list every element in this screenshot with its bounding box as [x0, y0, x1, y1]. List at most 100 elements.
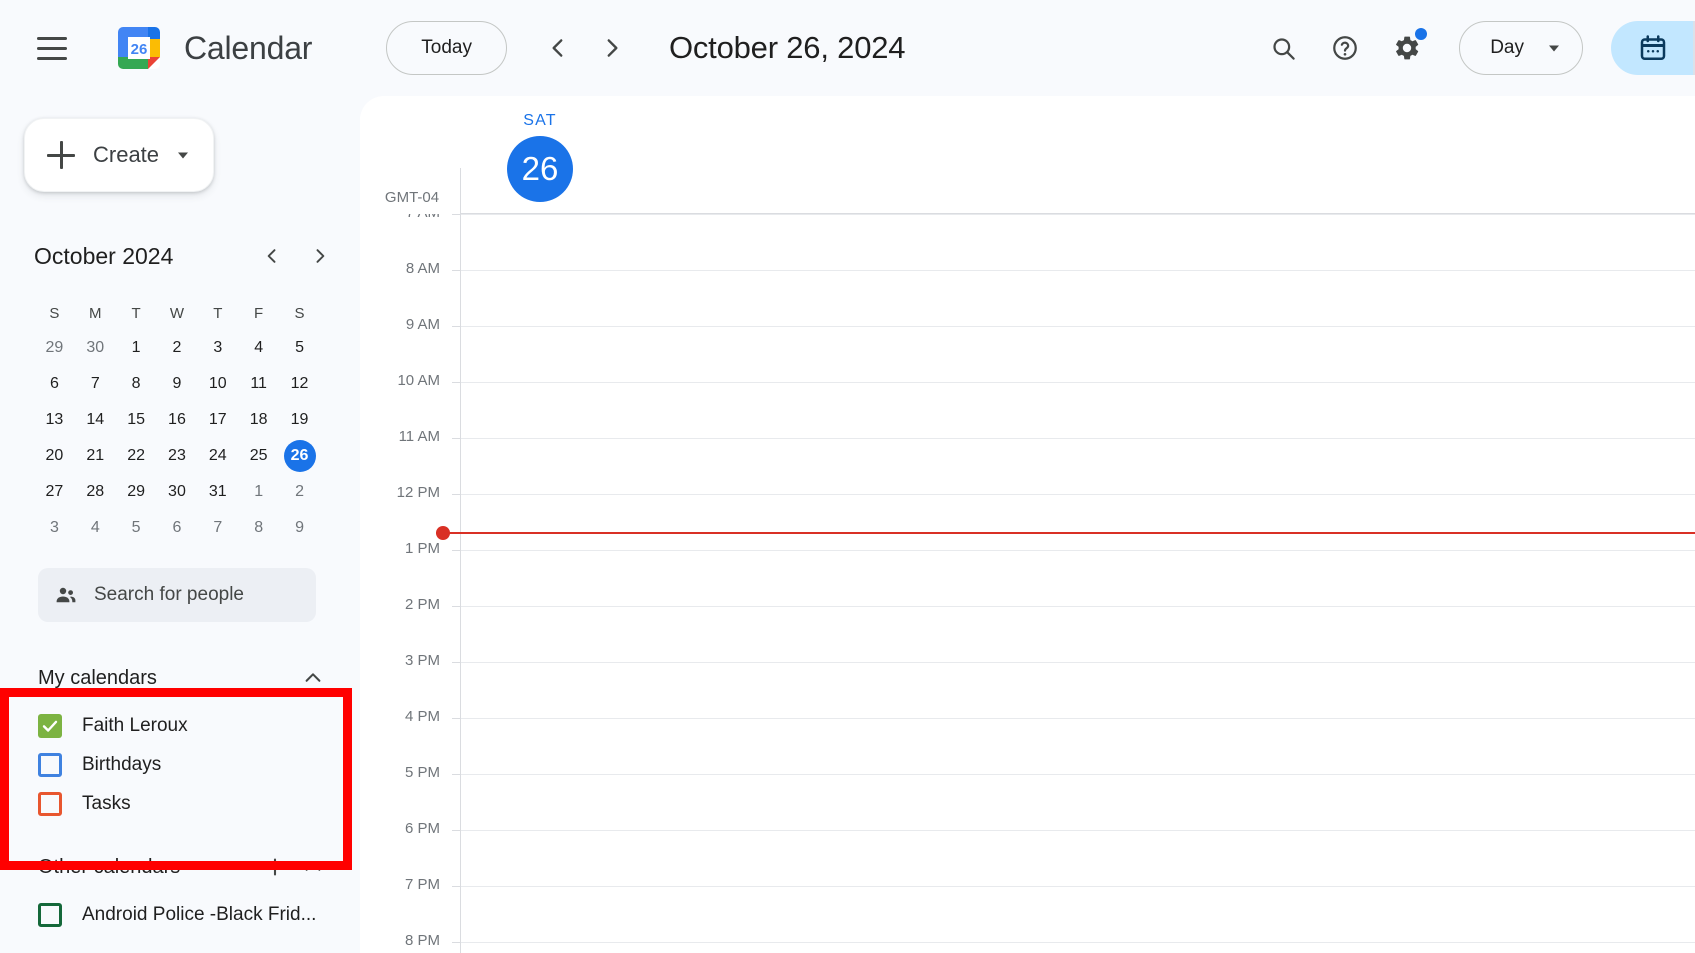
mini-calendar-day[interactable]: 8: [120, 368, 152, 400]
hour-row[interactable]: 5 PM: [360, 764, 1695, 830]
mini-calendar-day[interactable]: 2: [284, 476, 316, 508]
my-calendar-item[interactable]: Faith Leroux: [38, 706, 360, 745]
settings-button[interactable]: [1381, 22, 1433, 74]
hour-row[interactable]: 10 AM: [360, 372, 1695, 438]
today-button[interactable]: Today: [386, 21, 507, 75]
mini-calendar-day[interactable]: 13: [38, 404, 70, 436]
hour-gridline: [460, 214, 1695, 215]
hour-row[interactable]: 9 AM: [360, 316, 1695, 382]
search-for-people-input[interactable]: Search for people: [38, 568, 316, 622]
mini-calendar-cell: 4: [238, 330, 279, 366]
mini-calendar-day[interactable]: 28: [79, 476, 111, 508]
time-grid-scroll[interactable]: 8 PM 7 PM 6 PM 5 PM 4 PM 3 PM 2 PM 1 PM 12 PM 11 …: [360, 214, 1695, 953]
mini-calendar-day[interactable]: 9: [161, 368, 193, 400]
view-mode-select[interactable]: Day: [1459, 21, 1583, 75]
google-calendar-logo-icon[interactable]: 26: [116, 25, 162, 71]
mini-calendar-day[interactable]: 24: [202, 440, 234, 472]
hour-row[interactable]: 8 AM: [360, 260, 1695, 326]
mini-calendar-day[interactable]: 18: [243, 404, 275, 436]
other-calendar-checkbox[interactable]: [38, 902, 62, 927]
mini-calendar-day[interactable]: 5: [120, 512, 152, 544]
hour-row[interactable]: 1 PM: [360, 540, 1695, 606]
hour-row[interactable]: 12 PM: [360, 484, 1695, 550]
create-button[interactable]: Create: [24, 118, 214, 192]
mini-calendar-day[interactable]: 22: [120, 440, 152, 472]
mini-calendar-day[interactable]: 6: [161, 512, 193, 544]
other-calendar-item[interactable]: Android Police -Black Frid...: [38, 895, 360, 934]
other-calendars-list: Android Police -Black Frid...: [38, 895, 360, 934]
mini-calendar-day[interactable]: 6: [38, 368, 70, 400]
calendar-view-toggle-button[interactable]: [1611, 21, 1695, 75]
mini-calendar-cell: 3: [197, 330, 238, 366]
my-calendars-header[interactable]: My calendars: [38, 650, 360, 706]
mini-calendar-day-selected[interactable]: 26: [283, 440, 316, 472]
mini-calendar-day[interactable]: 4: [243, 332, 275, 364]
search-button[interactable]: [1257, 22, 1309, 74]
mini-calendar-day[interactable]: 3: [38, 512, 70, 544]
header-vertical-divider: [460, 168, 461, 214]
mini-calendar-week: 29 30 1 2 3 4 5: [34, 330, 320, 366]
my-calendar-checkbox[interactable]: [38, 752, 62, 777]
my-calendar-item[interactable]: Tasks: [38, 784, 360, 823]
mini-calendar-day[interactable]: 10: [202, 368, 234, 400]
sidebar: Create October 2024 S M T W T F S 29 30 …: [0, 96, 360, 953]
mini-calendar-prev-button[interactable]: [254, 238, 290, 274]
my-calendar-checkbox[interactable]: [38, 791, 62, 816]
my-calendars-collapse-button[interactable]: [294, 659, 332, 697]
mini-calendar-cell: 22: [116, 438, 157, 474]
my-calendar-item[interactable]: Birthdays: [38, 745, 360, 784]
other-calendars-header[interactable]: Other calendars: [38, 839, 360, 895]
mini-calendar-day[interactable]: 5: [284, 332, 316, 364]
mini-calendar-day[interactable]: 8: [243, 512, 275, 544]
add-other-calendar-button[interactable]: [256, 848, 294, 886]
mini-calendar-day[interactable]: 4: [79, 512, 111, 544]
hour-row[interactable]: 3 PM: [360, 652, 1695, 718]
mini-calendar-day[interactable]: 1: [120, 332, 152, 364]
hour-row[interactable]: 7 AM: [360, 214, 1695, 270]
mini-calendar-day[interactable]: 15: [120, 404, 152, 436]
mini-calendar-day[interactable]: 14: [79, 404, 111, 436]
hour-row[interactable]: 4 PM: [360, 708, 1695, 774]
previous-day-button[interactable]: [535, 25, 581, 71]
mini-calendar-weekday: T: [131, 304, 141, 322]
mini-calendar-day[interactable]: 7: [79, 368, 111, 400]
mini-calendar-day[interactable]: 31: [202, 476, 234, 508]
mini-calendar-day[interactable]: 2: [161, 332, 193, 364]
mini-calendar-day[interactable]: 21: [79, 440, 111, 472]
mini-calendar-day[interactable]: 30: [161, 476, 193, 508]
hamburger-menu-icon[interactable]: [26, 22, 78, 74]
day-number-button[interactable]: 26: [507, 136, 573, 202]
hour-gridline: [460, 550, 1695, 551]
mini-calendar-cell: 7: [197, 510, 238, 546]
help-button[interactable]: [1319, 22, 1371, 74]
mini-calendar-day[interactable]: 9: [284, 512, 316, 544]
mini-calendar-day[interactable]: 19: [284, 404, 316, 436]
mini-calendar-cell: 16: [157, 402, 198, 438]
hour-row[interactable]: 2 PM: [360, 596, 1695, 662]
mini-calendar-day[interactable]: 7: [202, 512, 234, 544]
mini-calendar-day[interactable]: 27: [38, 476, 70, 508]
mini-calendar-day[interactable]: 12: [284, 368, 316, 400]
hour-gridline: [460, 662, 1695, 663]
next-day-button[interactable]: [589, 25, 635, 71]
my-calendar-checkbox[interactable]: [38, 713, 62, 738]
mini-calendar-day[interactable]: 29: [38, 332, 70, 364]
mini-calendar-day[interactable]: 20: [38, 440, 70, 472]
mini-calendar-day[interactable]: 30: [79, 332, 111, 364]
hour-row[interactable]: 6 PM: [360, 820, 1695, 886]
mini-calendar-day[interactable]: 29: [120, 476, 152, 508]
mini-calendar-day[interactable]: 1: [243, 476, 275, 508]
mini-calendar-day[interactable]: 17: [202, 404, 234, 436]
hour-row[interactable]: 7 PM: [360, 876, 1695, 942]
mini-calendar-cell: 6: [157, 510, 198, 546]
mini-calendar-day[interactable]: 25: [243, 440, 275, 472]
mini-calendar-day[interactable]: 16: [161, 404, 193, 436]
hour-row[interactable]: 11 AM: [360, 428, 1695, 494]
mini-calendar-next-button[interactable]: [302, 238, 338, 274]
other-calendars-collapse-button[interactable]: [294, 848, 332, 886]
mini-calendar-day[interactable]: 3: [202, 332, 234, 364]
mini-calendar-day[interactable]: 11: [243, 368, 275, 400]
mini-calendar-day[interactable]: 23: [161, 440, 193, 472]
hour-row[interactable]: 8 PM: [360, 932, 1695, 953]
mini-calendar-cell: 21: [75, 438, 116, 474]
